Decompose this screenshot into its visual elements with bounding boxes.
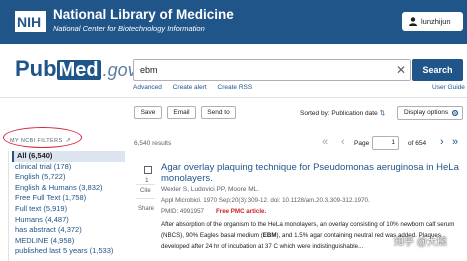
divider (0, 97, 467, 98)
sort-label: Sorted by: Publication date (300, 110, 378, 117)
display-options-label: Display options (404, 109, 449, 116)
search-button[interactable]: Search (412, 59, 463, 81)
result-checkbox[interactable] (144, 166, 152, 174)
filter-item-last-5-years[interactable]: published last 5 years (1,533) (15, 246, 125, 257)
filter-item-all[interactable]: All (6,540) (12, 151, 125, 162)
user-name: lunzhijun (421, 17, 451, 26)
first-page-icon[interactable]: « (322, 136, 328, 148)
create-rss-link[interactable]: Create RSS (218, 84, 253, 91)
display-options-button[interactable]: Display options (397, 106, 463, 120)
advanced-search-link[interactable]: Advanced (133, 84, 162, 91)
cite-button[interactable]: Cite (140, 188, 151, 194)
pubmed-logo-med: Med (56, 59, 101, 81)
filter-item-free-full-text[interactable]: Free Full Text (1,758) (15, 193, 125, 204)
filter-item-has-abstract[interactable]: has abstract (4,372) (15, 225, 125, 236)
filter-item-english[interactable]: English (5,722) (15, 172, 125, 183)
annotation-circle (3, 127, 82, 148)
filter-item-english-humans[interactable]: English & Humans (3,832) (15, 183, 125, 194)
watermark: 知乎 @大熊 (394, 237, 447, 248)
nih-header: NIH National Library of Medicine Nationa… (0, 0, 467, 44)
filter-list: All (6,540) clinical trial (178) English… (12, 151, 125, 257)
result-number: 1 (145, 177, 149, 184)
filter-divider (8, 151, 9, 261)
search-input[interactable] (133, 59, 411, 81)
filter-item-clinical-trial[interactable]: clinical trial (178) (15, 162, 125, 173)
user-guide-link[interactable]: User Guide (432, 84, 465, 91)
next-page-icon[interactable]: › (440, 136, 444, 148)
page-number-input[interactable]: 1 (372, 136, 399, 150)
result-authors: Wexler S, Ludovici PP, Moore ML. (161, 186, 260, 193)
abstract-highlight: EBM (262, 232, 277, 239)
page-total: of 654 (408, 140, 427, 147)
svg-text:NIH: NIH (17, 14, 41, 30)
share-button[interactable]: Share (138, 206, 154, 212)
filter-item-medline[interactable]: MEDLINE (4,958) (15, 236, 125, 247)
pubmed-logo-gov: .gov (102, 60, 137, 80)
result-pmid-line: PMID: 4991957 Free PMC article. (161, 208, 266, 215)
result-side-divider (136, 198, 155, 199)
free-pmc-badge: Free PMC article. (216, 208, 267, 215)
result-title-link[interactable]: Agar overlay plaquing technique for Pseu… (161, 162, 461, 184)
clear-search-icon[interactable]: ✕ (393, 62, 409, 78)
nlm-title[interactable]: National Library of Medicine (53, 7, 234, 22)
email-button[interactable]: Email (167, 106, 196, 119)
gear-icon (451, 109, 459, 117)
user-account-button[interactable]: lunzhijun (402, 12, 463, 31)
last-page-icon[interactable]: » (452, 136, 458, 148)
search-links: Advanced Create alert Create RSS (133, 84, 261, 91)
send-to-button[interactable]: Send to (201, 106, 236, 119)
previous-page-icon[interactable]: ‹ (341, 136, 345, 148)
filter-item-humans[interactable]: Humans (4,487) (15, 215, 125, 226)
page-label: Page (354, 140, 370, 147)
user-icon (409, 17, 417, 26)
ncbi-subtitle: National Center for Biotechnology Inform… (53, 24, 205, 33)
result-citation: Appl Microbiol. 1970 Sep;20(3):309-12. d… (161, 197, 370, 204)
sort-selector[interactable]: Sorted by: Publication date ⇅ (300, 109, 385, 117)
result-pmid: PMID: 4991957 (161, 208, 204, 215)
pubmed-logo[interactable]: Pub Med .gov (15, 57, 137, 82)
nih-logo-icon[interactable]: NIH (15, 11, 46, 32)
results-count: 6,540 results (134, 140, 172, 147)
result-side-divider (136, 184, 155, 185)
save-button[interactable]: Save (134, 106, 162, 119)
pubmed-logo-pub: Pub (15, 56, 57, 81)
create-alert-link[interactable]: Create alert (173, 84, 207, 91)
sort-direction-icon[interactable]: ⇅ (380, 110, 385, 117)
filter-item-full-text[interactable]: Full text (5,919) (15, 204, 125, 215)
